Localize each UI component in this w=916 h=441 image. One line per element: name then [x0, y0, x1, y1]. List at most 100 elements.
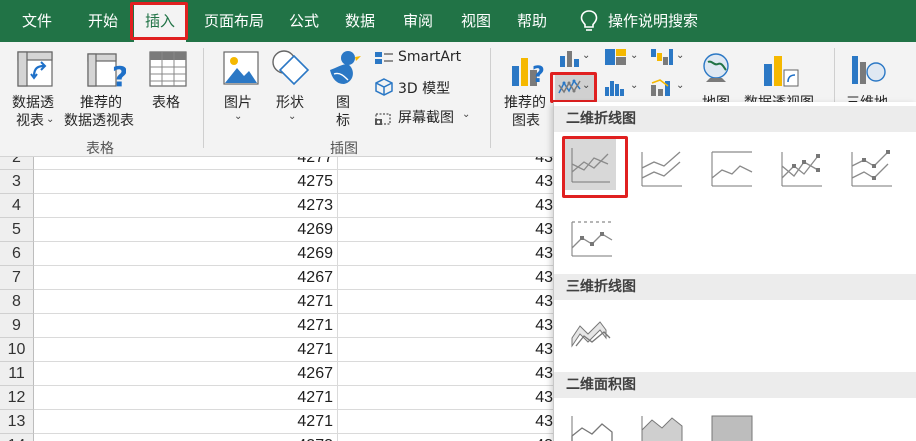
chart-type-100-stacked-line[interactable] [706, 142, 758, 194]
cell-col-b[interactable]: 43 [338, 266, 558, 290]
cell-col-a[interactable]: 4271 [34, 290, 338, 314]
cell-col-a[interactable]: 4269 [34, 218, 338, 242]
chart-type-stacked-area[interactable] [636, 406, 688, 441]
chart-type-3d-line[interactable] [566, 308, 618, 360]
tab-file[interactable]: 文件 [8, 0, 66, 42]
tab-page-layout[interactable]: 页面布局 [194, 0, 274, 42]
cell-col-b[interactable]: 43 [338, 434, 558, 441]
cell-col-b[interactable]: 43 [338, 242, 558, 266]
row-header[interactable]: 9 [0, 314, 34, 338]
smartart-icon[interactable] [374, 50, 394, 66]
chevron-down-icon[interactable]: ⌄ [676, 50, 684, 61]
tell-me-search[interactable]: 操作说明搜索 [608, 0, 708, 42]
recommended-charts-label-1[interactable]: 推荐的 [504, 92, 546, 112]
row-header[interactable]: 14 [0, 434, 34, 441]
chart-type-stacked-line-markers[interactable] [846, 142, 898, 194]
stacked-area-thumb-icon [641, 416, 683, 441]
cell-col-a[interactable]: 4267 [34, 362, 338, 386]
row-header[interactable]: 11 [0, 362, 34, 386]
cell-col-a[interactable]: 4269 [34, 242, 338, 266]
cell-col-b[interactable]: 43 [338, 410, 558, 434]
cube-3d-icon[interactable] [374, 78, 394, 96]
chart-type-area[interactable] [566, 406, 618, 441]
cell-col-b[interactable]: 43 [338, 218, 558, 242]
pivot-table-label-1[interactable]: 数据透 [12, 92, 54, 112]
cell-col-a[interactable]: 4271 [34, 314, 338, 338]
map-3d-icon[interactable] [850, 52, 886, 88]
chevron-down-icon[interactable]: ⌄ [582, 50, 590, 61]
cell-col-b[interactable]: 43 [338, 290, 558, 314]
cell-col-a[interactable]: 4273 [34, 434, 338, 441]
row-header[interactable]: 12 [0, 386, 34, 410]
cell-col-b[interactable]: 43 [338, 362, 558, 386]
cell-col-b[interactable]: 43 [338, 170, 558, 194]
cell-col-a[interactable]: 4267 [34, 266, 338, 290]
picture-icon[interactable] [222, 50, 260, 86]
tab-view[interactable]: 视图 [450, 0, 502, 42]
cell-col-b[interactable]: 43 [338, 194, 558, 218]
row-header[interactable]: 7 [0, 266, 34, 290]
cell-col-a[interactable]: 4275 [34, 170, 338, 194]
shapes-icon[interactable] [270, 48, 312, 88]
row-header[interactable]: 4 [0, 194, 34, 218]
pivot-chart-icon[interactable] [762, 52, 802, 88]
tab-help[interactable]: 帮助 [506, 0, 558, 42]
cell-col-b[interactable]: 43 [338, 157, 558, 170]
cell-col-a[interactable]: 4277 [34, 157, 338, 170]
recommended-charts-label-2[interactable]: 图表 [512, 110, 540, 130]
recommended-pivot-icon[interactable]: ? [86, 50, 126, 90]
row-header[interactable]: 13 [0, 410, 34, 434]
stacked-line-thumb-icon [641, 151, 682, 187]
chevron-down-icon[interactable]: ⌄ [46, 114, 54, 125]
tab-review[interactable]: 审阅 [392, 0, 444, 42]
cell-col-a[interactable]: 4271 [34, 410, 338, 434]
chart-type-line-markers[interactable] [776, 142, 828, 194]
chevron-down-icon[interactable]: ⌄ [630, 50, 638, 61]
row-header[interactable]: 3 [0, 170, 34, 194]
recommended-pivot-label-2[interactable]: 数据透视表 [64, 110, 134, 130]
row-header[interactable]: 5 [0, 218, 34, 242]
icons-icon[interactable] [326, 48, 362, 88]
cell-col-b[interactable]: 43 [338, 314, 558, 338]
tab-formulas[interactable]: 公式 [280, 0, 328, 42]
waterfall-chart-icon[interactable] [650, 47, 674, 67]
table-label[interactable]: 表格 [152, 92, 180, 112]
recommended-charts-icon[interactable]: ? [510, 52, 546, 88]
chart-type-100-stacked-area[interactable] [706, 406, 758, 441]
tab-home[interactable]: 开始 [74, 0, 132, 42]
cell-col-a[interactable]: 4273 [34, 194, 338, 218]
cell-col-a[interactable]: 4271 [34, 338, 338, 362]
hierarchy-chart-icon[interactable] [604, 47, 628, 67]
screenshot-icon[interactable] [374, 108, 394, 126]
chevron-down-icon[interactable]: ⌄ [630, 80, 638, 91]
cell-col-b[interactable]: 43 [338, 338, 558, 362]
chevron-down-icon[interactable]: ⌄ [288, 111, 296, 122]
cell-col-a[interactable]: 4271 [34, 386, 338, 410]
combo-chart-icon[interactable] [650, 77, 674, 97]
row-header[interactable]: 10 [0, 338, 34, 362]
shapes-label[interactable]: 形状 [276, 92, 304, 112]
globe-map-icon[interactable] [700, 52, 732, 88]
chevron-down-icon[interactable]: ⌄ [234, 111, 242, 122]
pictures-label[interactable]: 图片 [224, 92, 252, 112]
smartart-label[interactable]: SmartArt [398, 49, 461, 65]
table-icon[interactable] [148, 50, 188, 88]
row-header[interactable]: 8 [0, 290, 34, 314]
icons-label-2[interactable]: 标 [336, 110, 350, 130]
model-3d-label[interactable]: 3D 模型 [398, 78, 450, 98]
pivot-table-label-2[interactable]: 视表 [16, 110, 44, 130]
row-header[interactable]: 6 [0, 242, 34, 266]
pivot-table-icon[interactable] [16, 50, 54, 88]
chart-type-stacked-line[interactable] [636, 142, 688, 194]
cell-col-b[interactable]: 43 [338, 386, 558, 410]
statistic-chart-icon[interactable] [604, 77, 628, 97]
row-header[interactable]: 2 [0, 157, 34, 170]
tab-data[interactable]: 数据 [334, 0, 386, 42]
chevron-down-icon[interactable]: ⌄ [676, 80, 684, 91]
chevron-down-icon[interactable]: ⌄ [462, 109, 470, 120]
recommended-pivot-label-1[interactable]: 推荐的 [80, 92, 122, 112]
column-chart-icon[interactable] [558, 48, 580, 68]
chart-type-100-stacked-line-markers[interactable] [566, 212, 618, 264]
screenshot-label[interactable]: 屏幕截图 [398, 107, 454, 127]
icons-label-1[interactable]: 图 [336, 92, 350, 112]
